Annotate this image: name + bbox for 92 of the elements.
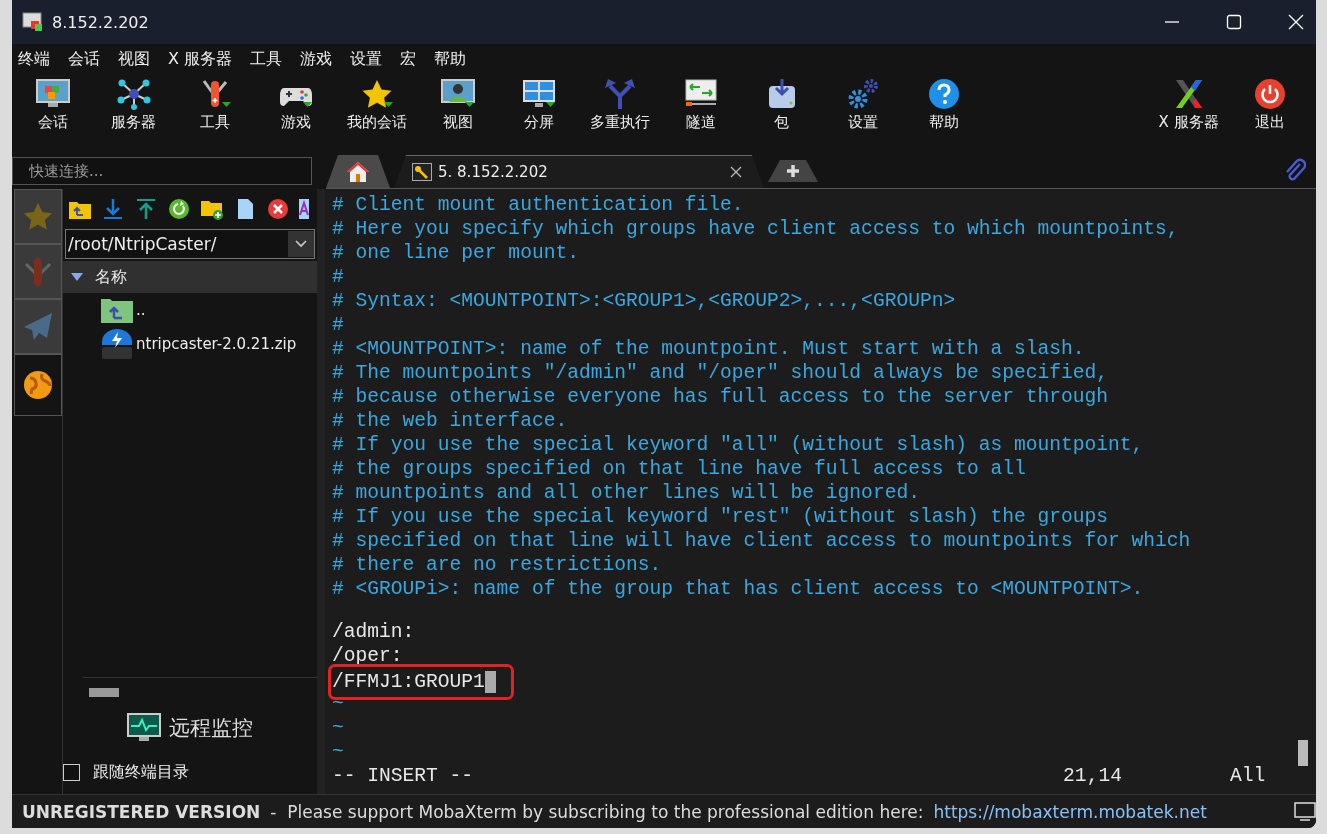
code-line: /oper: <box>332 644 404 668</box>
download-icon[interactable] <box>101 198 125 220</box>
column-header[interactable]: 名称 <box>63 261 317 293</box>
toolbar-button[interactable]: X 服务器 <box>1148 78 1229 132</box>
empty-line-marker: ~ <box>332 692 345 716</box>
toolbar-button[interactable]: 视图 <box>417 78 498 132</box>
globe-icon <box>22 369 54 401</box>
scrollbar-thumb[interactable] <box>1298 740 1308 766</box>
menu-item[interactable]: 设置 <box>348 48 391 70</box>
house-icon <box>346 160 370 183</box>
cursor-position: 21,14 <box>1063 764 1122 788</box>
menu-item[interactable]: 视图 <box>116 48 158 70</box>
session-tab[interactable]: 5. 8.152.2.202 <box>394 155 764 188</box>
split-screen-icon <box>521 78 556 110</box>
key-icon <box>412 163 432 181</box>
code-comment: # mountpoints and all other lines will be ignored. <box>332 481 921 505</box>
menu-item[interactable]: 工具 <box>248 48 291 70</box>
menu-item[interactable]: 游戏 <box>298 48 341 70</box>
remote-monitor-button[interactable]: 远程监控 <box>63 706 317 750</box>
help-icon <box>926 78 961 110</box>
side-tab[interactable] <box>14 354 62 416</box>
code-line: /admin: <box>332 620 416 644</box>
menu-item[interactable]: 会话 <box>66 48 108 70</box>
rename-icon[interactable] <box>299 198 309 220</box>
toolbar-button[interactable]: 退出 <box>1229 78 1310 132</box>
close-icon[interactable] <box>730 166 742 178</box>
code-comment: # <GROUPi>: name of the group that has client access to <MOUNTPOINT>. <box>332 577 1145 601</box>
path-field[interactable]: /root/NtripCaster/ <box>65 229 315 259</box>
status-message: - Please support MobaXterm by subscribing to the professional edition here: <box>270 801 924 822</box>
sort-triangle-icon <box>71 272 83 282</box>
unregistered-label: UNREGISTERED VERSION <box>22 801 261 822</box>
code-comment: # <MOUNTPOINT>: name of the mountpoint. Must start with a slash. <box>332 337 1086 361</box>
code-comment: # <box>332 265 345 289</box>
zip-archive-icon <box>101 328 133 360</box>
folder-up-icon <box>101 297 133 323</box>
file-row[interactable]: ntripcaster-2.0.21.zip <box>63 327 317 361</box>
toolbar-button[interactable]: 分屏 <box>498 78 579 132</box>
code-comment: # Client mount authentication file. <box>332 193 745 217</box>
toolbar-button[interactable]: 游戏 <box>255 78 336 132</box>
toolbar-button[interactable]: 多重执行 <box>579 78 660 132</box>
code-comment: # Syntax: <MOUNTPOINT>:<GROUP1>,<GROUP2>,...,<GROUPn> <box>332 289 957 313</box>
delete-icon[interactable] <box>266 198 290 220</box>
empty-line-marker: ~ <box>332 740 345 764</box>
website-link[interactable]: https://mobaxterm.mobatek.net <box>933 801 1284 822</box>
fork-arrows-icon <box>602 78 637 110</box>
toolbar-button[interactable]: 服务器 <box>93 78 174 132</box>
window-title: 8.152.2.202 <box>52 12 149 32</box>
empty-line-marker: ~ <box>332 716 345 740</box>
toolbar-button[interactable]: 工具 <box>174 78 255 132</box>
code-comment: # If you use the special keyword "all" (without slash) as mountpoint, <box>332 433 1145 457</box>
scroll-indicator: All <box>1229 764 1266 788</box>
toolbar-button[interactable]: 设置 <box>822 78 903 132</box>
code-comment: # <box>332 313 345 337</box>
code-comment: # the web interface. <box>332 409 569 433</box>
new-folder-icon[interactable] <box>200 198 224 220</box>
code-comment: # because otherwise everyone has full access to the server through <box>332 385 1110 409</box>
toolbar-button[interactable]: 包 <box>741 78 822 132</box>
menu-item[interactable]: X 服务器 <box>166 48 241 70</box>
mode-indicator: -- INSERT -- <box>332 764 474 788</box>
code-comment: # Here you specify which groups have client access to which mountpoints, <box>332 217 1180 241</box>
toolbar-button[interactable]: 会话 <box>12 78 93 132</box>
monitor-icon[interactable] <box>1294 801 1316 822</box>
code-comment: # one line per mount. <box>332 241 580 265</box>
pocket-knife-icon <box>22 255 54 288</box>
toolbar-button[interactable]: 隧道 <box>660 78 741 132</box>
code-comment: # The mountpoints "/admin" and "/oper" should always be specified, <box>332 361 1110 385</box>
scrollbar-thumb[interactable] <box>89 687 119 697</box>
monitor-user-icon <box>440 78 475 110</box>
plus-icon <box>786 164 800 178</box>
menu-item[interactable]: 帮助 <box>432 48 475 70</box>
terminal-app-icon <box>22 12 44 32</box>
menu-item[interactable]: 终端 <box>16 48 58 70</box>
file-row[interactable]: .. <box>63 293 317 327</box>
monitor-pulse-icon <box>127 713 161 743</box>
toolbar-button[interactable]: 我的会话 <box>336 78 417 132</box>
menu-item[interactable]: 宏 <box>398 48 425 70</box>
code-comment: # the groups specified on that line have full access to all <box>332 457 1027 481</box>
code-comment: # If you use the special keyword "rest" (without slash) the groups <box>332 505 1110 529</box>
code-comment: # specified on that line will have client access to mountpoints for which <box>332 529 1192 553</box>
power-icon <box>1252 78 1287 110</box>
upload-icon[interactable] <box>134 198 158 220</box>
checkbox[interactable] <box>63 763 80 781</box>
network-nodes-icon <box>116 78 151 110</box>
toolbar-button[interactable]: 帮助 <box>903 78 984 132</box>
code-comment: # there are no restrictions. <box>332 553 663 577</box>
dropdown-caret-icon[interactable] <box>288 231 314 257</box>
monitor-icon <box>35 78 70 110</box>
maximize-icon[interactable] <box>1226 14 1242 30</box>
refresh-icon[interactable] <box>167 198 191 220</box>
paperclip-icon[interactable] <box>1284 158 1306 182</box>
quick-connect-field[interactable]: 快速连接... <box>12 157 312 185</box>
checkbox-label: 跟随终端目录 <box>93 761 189 783</box>
